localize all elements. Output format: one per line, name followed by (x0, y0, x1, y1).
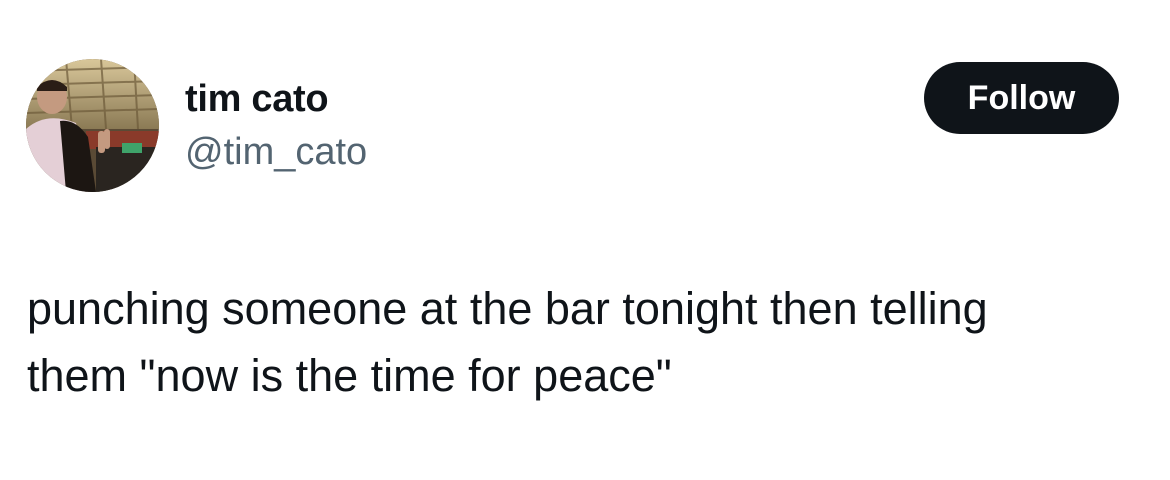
tweet-card: tim cato @tim_cato Follow punching someo… (0, 0, 1170, 480)
author-display-name[interactable]: tim cato (185, 76, 329, 122)
tweet-text-line: punching someone at the bar tonight then… (27, 283, 988, 334)
author-handle[interactable]: @tim_cato (185, 129, 367, 175)
author-avatar[interactable] (26, 59, 159, 192)
avatar-photo-icon (26, 59, 159, 192)
tweet-text: punching someone at the bar tonight then… (27, 275, 1152, 409)
tweet-text-line: them "now is the time for peace" (27, 350, 672, 401)
follow-button[interactable]: Follow (924, 62, 1119, 134)
